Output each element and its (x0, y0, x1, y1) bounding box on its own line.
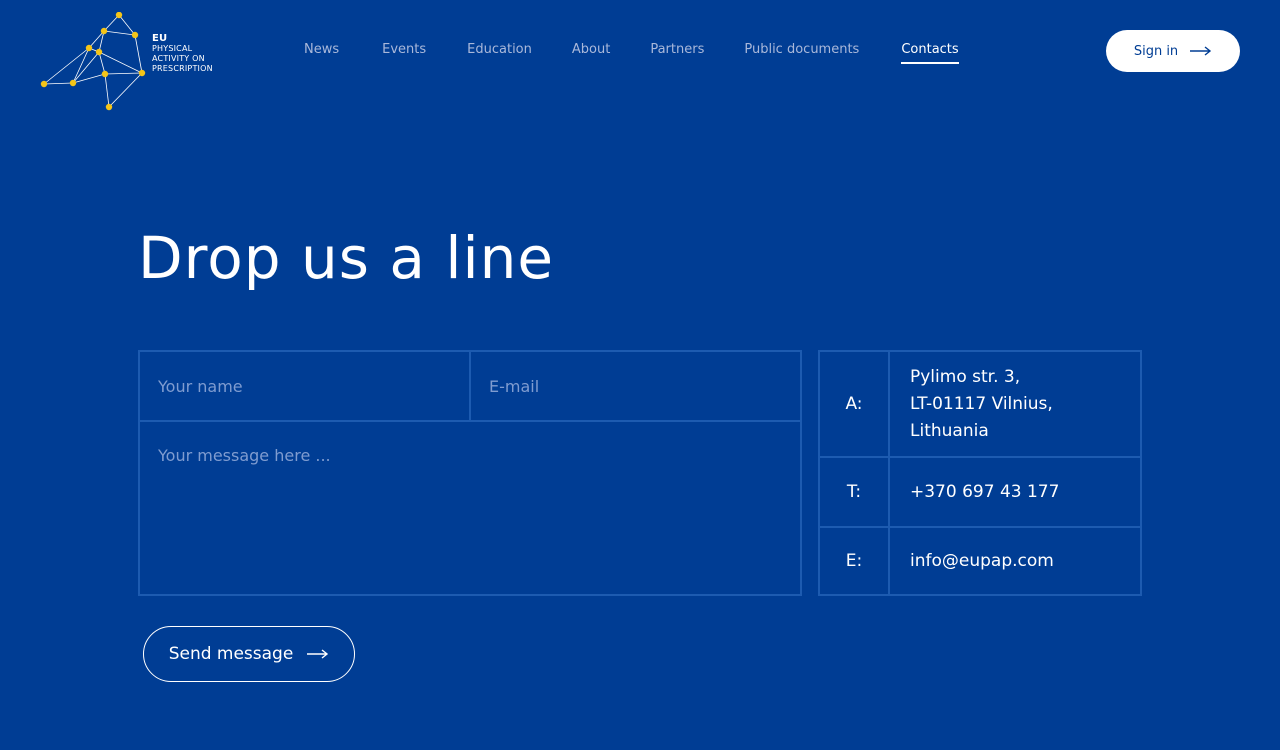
nav-item-public-documents[interactable]: Public documents (744, 42, 859, 64)
main-nav: News Events Education About Partners Pub… (304, 42, 959, 64)
contact-form (138, 350, 802, 596)
nav-item-events[interactable]: Events (382, 42, 426, 64)
contact-page: EU PHYSICAL ACTIVITY ON PRESCRIPTION New… (0, 0, 1280, 750)
phone-label: T: (820, 458, 890, 526)
address-value: Pylimo str. 3, LT-01117 Vilnius, Lithuan… (890, 352, 1140, 456)
email-label: E: (820, 528, 890, 594)
phone-value-cell: +370 697 43 177 (890, 458, 1140, 526)
contact-info-table: A: Pylimo str. 3, LT-01117 Vilnius, Lith… (818, 350, 1142, 596)
address-line: Lithuania (910, 420, 989, 441)
logo-text: EU PHYSICAL ACTIVITY ON PRESCRIPTION (152, 34, 213, 74)
email-value-cell: info@eupap.com (890, 528, 1140, 594)
page-title: Drop us a line (138, 224, 555, 292)
phone-link[interactable]: +370 697 43 177 (910, 479, 1140, 506)
address-line: Pylimo str. 3, (910, 366, 1021, 387)
send-message-label: Send message (168, 644, 294, 664)
arrow-right-icon (1190, 46, 1212, 56)
nav-item-news[interactable]: News (304, 42, 339, 64)
logo-line: ACTIVITY ON (152, 54, 205, 63)
message-textarea[interactable] (140, 422, 802, 596)
email-input[interactable] (471, 352, 802, 422)
sign-in-label: Sign in (1133, 43, 1179, 59)
arrow-right-icon (307, 649, 329, 659)
send-message-button[interactable]: Send message (143, 626, 355, 682)
email-row: E: info@eupap.com (820, 528, 1140, 594)
nav-item-partners[interactable]: Partners (650, 42, 704, 64)
logo-line: EU (152, 33, 168, 44)
address-row: A: Pylimo str. 3, LT-01117 Vilnius, Lith… (820, 352, 1140, 458)
nav-item-education[interactable]: Education (467, 42, 532, 64)
phone-row: T: +370 697 43 177 (820, 458, 1140, 528)
nav-item-about[interactable]: About (572, 42, 610, 64)
logo-line: PHYSICAL (152, 44, 193, 53)
sign-in-button[interactable]: Sign in (1106, 30, 1240, 72)
email-link[interactable]: info@eupap.com (910, 548, 1140, 575)
address-label: A: (820, 352, 890, 456)
name-input[interactable] (140, 352, 471, 422)
nav-item-contacts[interactable]: Contacts (901, 42, 959, 64)
logo-line: PRESCRIPTION (152, 64, 213, 73)
address-line: LT-01117 Vilnius, (910, 393, 1053, 414)
